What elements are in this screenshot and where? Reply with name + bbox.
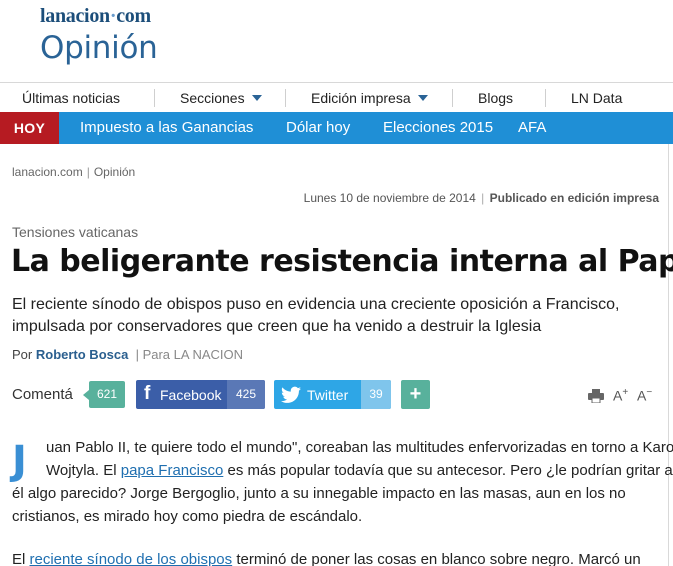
logo-text-main: lanacion — [40, 5, 110, 27]
byline-separator: | — [135, 347, 139, 362]
twitter-share-button[interactable]: Twitter 39 — [274, 380, 391, 409]
font-increase-button[interactable]: A+ — [613, 387, 628, 404]
dateline: Lunes 10 de noviembre de 2014 | Publicad… — [304, 191, 659, 205]
topic-elecciones-2015[interactable]: Elecciones 2015 — [383, 112, 493, 144]
paragraph-line: uan Pablo II, te quiere todo el mundo", … — [46, 439, 673, 456]
nav-divider — [545, 89, 546, 107]
print-edition-note: Publicado en edición impresa — [489, 191, 659, 205]
paragraph-line: él algo parecido? Jorge Bergoglio, junto… — [12, 485, 626, 502]
facebook-count: 425 — [227, 380, 265, 409]
author-link[interactable]: Roberto Bosca — [36, 347, 128, 362]
nav-label: Edición impresa — [311, 90, 411, 106]
article-standfirst: El reciente sínodo de obispos puso en ev… — [12, 296, 620, 335]
nav-ultimas-noticias[interactable]: Últimas noticias — [22, 90, 120, 106]
breadcrumb-section[interactable]: Opinión — [94, 165, 135, 179]
main-nav: Últimas noticias Secciones Edición impre… — [0, 82, 673, 112]
nav-divider — [452, 89, 453, 107]
text-run: terminó de poner las cosas en blanco sob… — [232, 551, 641, 566]
article-container: lanacion.com | Opinión Lunes 10 de noviemb… — [0, 144, 673, 566]
site-logo[interactable]: lanacion·com — [40, 5, 151, 28]
nav-ln-data[interactable]: LN Data — [571, 90, 622, 106]
publish-date: Lunes 10 de noviembre de 2014 — [303, 191, 476, 205]
breadcrumb: lanacion.com | Opinión — [12, 165, 135, 179]
byline: Por Roberto Bosca | Para LA NACION — [12, 347, 243, 362]
print-icon[interactable] — [588, 389, 604, 403]
paragraph-line: Wojtyla. El papa Francisco es más popula… — [46, 459, 673, 482]
twitter-label: Twitter — [307, 387, 349, 403]
nav-secciones[interactable]: Secciones — [180, 90, 262, 106]
paragraph-2: El reciente sínodo de los obispos termin… — [12, 548, 641, 566]
paragraph-line: cristianos, es mirado hoy como piedra de… — [12, 508, 363, 525]
share-bar: Comentá 621 f Facebook 425 Twitter 39 + … — [0, 380, 673, 410]
breadcrumb-separator: | — [86, 165, 90, 179]
nav-edicion-impresa[interactable]: Edición impresa — [311, 90, 428, 106]
nav-label: Últimas noticias — [22, 90, 121, 106]
breadcrumb-home[interactable]: lanacion.com — [12, 165, 83, 179]
topic-bar: HOY Impuesto a las Ganancias Dólar hoy E… — [0, 112, 673, 144]
font-decrease-letter: A — [637, 387, 647, 404]
chevron-down-icon — [417, 95, 428, 101]
byline-prefix: Por — [12, 347, 33, 362]
dateline-separator: | — [481, 191, 485, 205]
nav-label: Secciones — [180, 90, 245, 106]
link-papa-francisco[interactable]: papa Francisco — [121, 462, 224, 479]
font-increase-letter: A — [613, 387, 623, 404]
masthead: lanacion·com Opinión — [0, 0, 673, 82]
logo-text-suffix: com — [116, 5, 151, 27]
topic-impuesto-ganancias[interactable]: Impuesto a las Ganancias — [80, 112, 253, 144]
nav-divider — [154, 89, 155, 107]
chevron-down-icon — [251, 95, 262, 101]
text-run: es más popular todavía que su antecesor.… — [223, 462, 673, 479]
text-run: El — [12, 551, 30, 566]
nav-divider — [285, 89, 286, 107]
facebook-share-button[interactable]: f Facebook 425 — [136, 380, 265, 409]
nav-label: LN Data — [571, 90, 623, 106]
nav-blogs[interactable]: Blogs — [478, 90, 513, 106]
more-share-button[interactable]: + — [401, 380, 430, 409]
article-headline: La beligerante resistencia interna al Pa… — [11, 244, 673, 279]
hoy-label: HOY — [0, 112, 59, 144]
comment-count-badge[interactable]: 621 — [83, 381, 125, 408]
drop-cap: J — [12, 438, 27, 484]
twitter-bird-icon — [281, 386, 301, 403]
topic-dolar-hoy[interactable]: Dólar hoy — [286, 112, 350, 144]
font-decrease-sign: − — [646, 387, 653, 398]
font-decrease-button[interactable]: A− — [637, 387, 652, 404]
nav-label: Blogs — [478, 90, 514, 106]
link-sinodo-obispos[interactable]: reciente sínodo de los obispos — [30, 551, 233, 566]
facebook-label: Facebook — [160, 387, 222, 403]
text-run: Wojtyla. El — [46, 462, 121, 479]
topic-afa[interactable]: AFA — [518, 112, 546, 144]
comment-label[interactable]: Comentá — [12, 386, 73, 403]
font-increase-sign: + — [622, 387, 629, 398]
facebook-icon: f — [144, 383, 151, 404]
article-kicker: Tensiones vaticanas — [12, 224, 139, 240]
byline-outlet: Para LA NACION — [142, 347, 244, 362]
twitter-count: 39 — [361, 380, 391, 409]
section-title[interactable]: Opinión — [40, 30, 158, 66]
